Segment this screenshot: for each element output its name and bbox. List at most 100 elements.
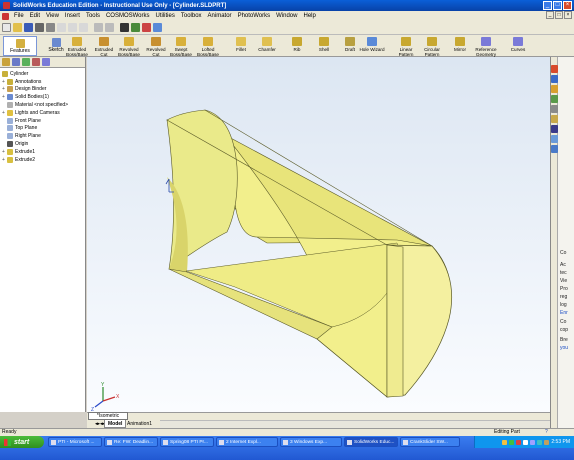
file-explorer-icon[interactable] [551, 85, 558, 93]
help-icon[interactable] [153, 23, 162, 32]
options-icon[interactable] [142, 23, 151, 32]
paste-icon[interactable] [79, 23, 88, 32]
tree-item[interactable]: + Extrude1 [2, 148, 84, 156]
circular-pattern-button[interactable]: Circular Pattern [421, 37, 443, 57]
taskbar-button[interactable]: 3 Windows Exp... [280, 437, 342, 447]
tray-icon-4[interactable] [523, 439, 529, 445]
tutorial-icon[interactable] [551, 135, 558, 143]
help-question-icon[interactable]: ? [545, 429, 548, 436]
graphics-area[interactable]: Y X Z [87, 57, 550, 413]
task-pane-snippet[interactable]: Enr [560, 310, 568, 316]
mirror-button[interactable]: Mirror [449, 37, 471, 52]
menu-edit[interactable]: Edit [27, 13, 43, 19]
tray-icon-3[interactable] [516, 439, 522, 445]
tree-item[interactable]: + Design Binder [2, 86, 84, 94]
tree-item-label: Material <not specified> [15, 102, 69, 109]
task-pane-snippet[interactable]: you [560, 345, 568, 351]
custom-properties-icon[interactable] [551, 125, 558, 133]
linear-pattern-button[interactable]: Linear Pattern [395, 37, 417, 57]
menu-tools[interactable]: Tools [83, 13, 103, 19]
menu-cosmosworks[interactable]: COSMOSWorks [103, 13, 153, 19]
tree-item[interactable]: Right Plane [2, 132, 84, 140]
tree-item[interactable]: + Annotations [2, 78, 84, 86]
property-tab-icon[interactable] [12, 58, 20, 66]
revolved-cut-button[interactable]: Revolved Cut [145, 37, 167, 57]
view-palette-icon[interactable] [551, 105, 558, 113]
menu-toolbox[interactable]: Toolbox [178, 13, 205, 19]
tray-icon-5[interactable] [530, 439, 536, 445]
tray-icon-7[interactable] [544, 439, 550, 445]
cosmos-tab-icon[interactable] [32, 58, 40, 66]
undo-icon[interactable] [94, 23, 103, 32]
lofted-boss-button[interactable]: Lofted Boss/Base [197, 37, 219, 57]
horizontal-scrollbar[interactable] [160, 420, 550, 428]
open-icon[interactable] [13, 23, 22, 32]
taskbar-button[interactable]: PTI - Microsoft ... [48, 437, 102, 447]
menu-photoworks[interactable]: PhotoWorks [235, 13, 274, 19]
doc-minimize-button[interactable]: _ [546, 11, 554, 19]
feature-tree-tab-icon[interactable] [2, 58, 10, 66]
tree-item[interactable]: Front Plane [2, 117, 84, 125]
print-preview-icon[interactable] [46, 23, 55, 32]
new-icon[interactable] [2, 23, 11, 32]
print-icon[interactable] [35, 23, 44, 32]
tab-animation1[interactable]: Animation1 [124, 420, 155, 428]
revolved-boss-button[interactable]: Revolved Boss/Base [118, 37, 140, 57]
taskbar-button[interactable]: Spring08 PTI Pr... [160, 437, 214, 447]
copy-icon[interactable] [68, 23, 77, 32]
configuration-tab-icon[interactable] [22, 58, 30, 66]
community-icon[interactable] [551, 145, 558, 153]
tree-item[interactable]: Top Plane [2, 125, 84, 133]
tray-icon-1[interactable] [502, 439, 508, 445]
menu-window[interactable]: Window [273, 13, 300, 19]
minimize-button[interactable]: _ [543, 1, 552, 10]
tree-item[interactable]: Material <not specified> [2, 101, 84, 109]
rebuild-icon[interactable] [131, 23, 140, 32]
swept-boss-button[interactable]: Swept Boss/Base [170, 37, 192, 57]
search-icon[interactable] [551, 95, 558, 103]
hole-wizard-button[interactable]: Hole Wizard [359, 37, 385, 52]
menu-animator[interactable]: Animator [205, 13, 235, 19]
fillet-button[interactable]: Fillet [230, 37, 252, 52]
reference-geometry-button[interactable]: Reference Geometry [475, 37, 497, 57]
extruded-boss-button[interactable]: Extruded Boss/Base [66, 37, 88, 57]
shell-button[interactable]: Shell [313, 37, 335, 52]
tree-item[interactable]: + Extrude2 [2, 156, 84, 164]
cut-icon[interactable] [57, 23, 66, 32]
taskbar-button[interactable]: SolidWorks Educ... [344, 437, 398, 447]
menu-insert[interactable]: Insert [62, 13, 83, 19]
tree-item[interactable]: + Solid Bodies(1) [2, 93, 84, 101]
menu-utilities[interactable]: Utilities [153, 13, 178, 19]
close-button[interactable]: × [563, 1, 572, 10]
menu-view[interactable]: View [43, 13, 62, 19]
taskbar-button[interactable]: Re: FW: Deadlin... [104, 437, 158, 447]
redo-icon[interactable] [105, 23, 114, 32]
doc-restore-button[interactable]: □ [555, 11, 563, 19]
extruded-cut-button[interactable]: Extruded Cut [93, 37, 115, 57]
draft-button[interactable]: Draft [339, 37, 361, 52]
doc-close-button[interactable]: × [564, 11, 572, 19]
design-library-icon[interactable] [551, 75, 558, 83]
start-button[interactable]: start [0, 436, 44, 448]
save-icon[interactable] [24, 23, 33, 32]
appearances-icon[interactable] [551, 115, 558, 123]
document-icon[interactable] [2, 12, 9, 20]
tray-icon-2[interactable] [509, 439, 515, 445]
taskbar-button[interactable]: 2 Internet Expl... [216, 437, 278, 447]
rib-button[interactable]: Rib [286, 37, 308, 52]
tree-root[interactable]: Cylinder [2, 70, 84, 78]
solidworks-resources-icon[interactable] [551, 65, 558, 73]
menu-help[interactable]: Help [300, 13, 318, 19]
tray-icon-6[interactable] [537, 439, 543, 445]
chamfer-button[interactable]: Chamfer [256, 37, 278, 52]
maximize-button[interactable]: □ [553, 1, 562, 10]
features-tab-button[interactable]: Features [3, 36, 37, 56]
taskbar-button[interactable]: CrankSlider SW... [400, 437, 460, 447]
select-icon[interactable] [120, 23, 129, 32]
photoworks-tab-icon[interactable] [42, 58, 50, 66]
menu-file[interactable]: File [11, 13, 27, 19]
part-model[interactable]: Y X Z [87, 57, 550, 413]
tree-item[interactable]: Origin [2, 140, 84, 148]
curves-button[interactable]: Curves [507, 37, 529, 52]
tree-item[interactable]: + Lights and Cameras [2, 109, 84, 117]
